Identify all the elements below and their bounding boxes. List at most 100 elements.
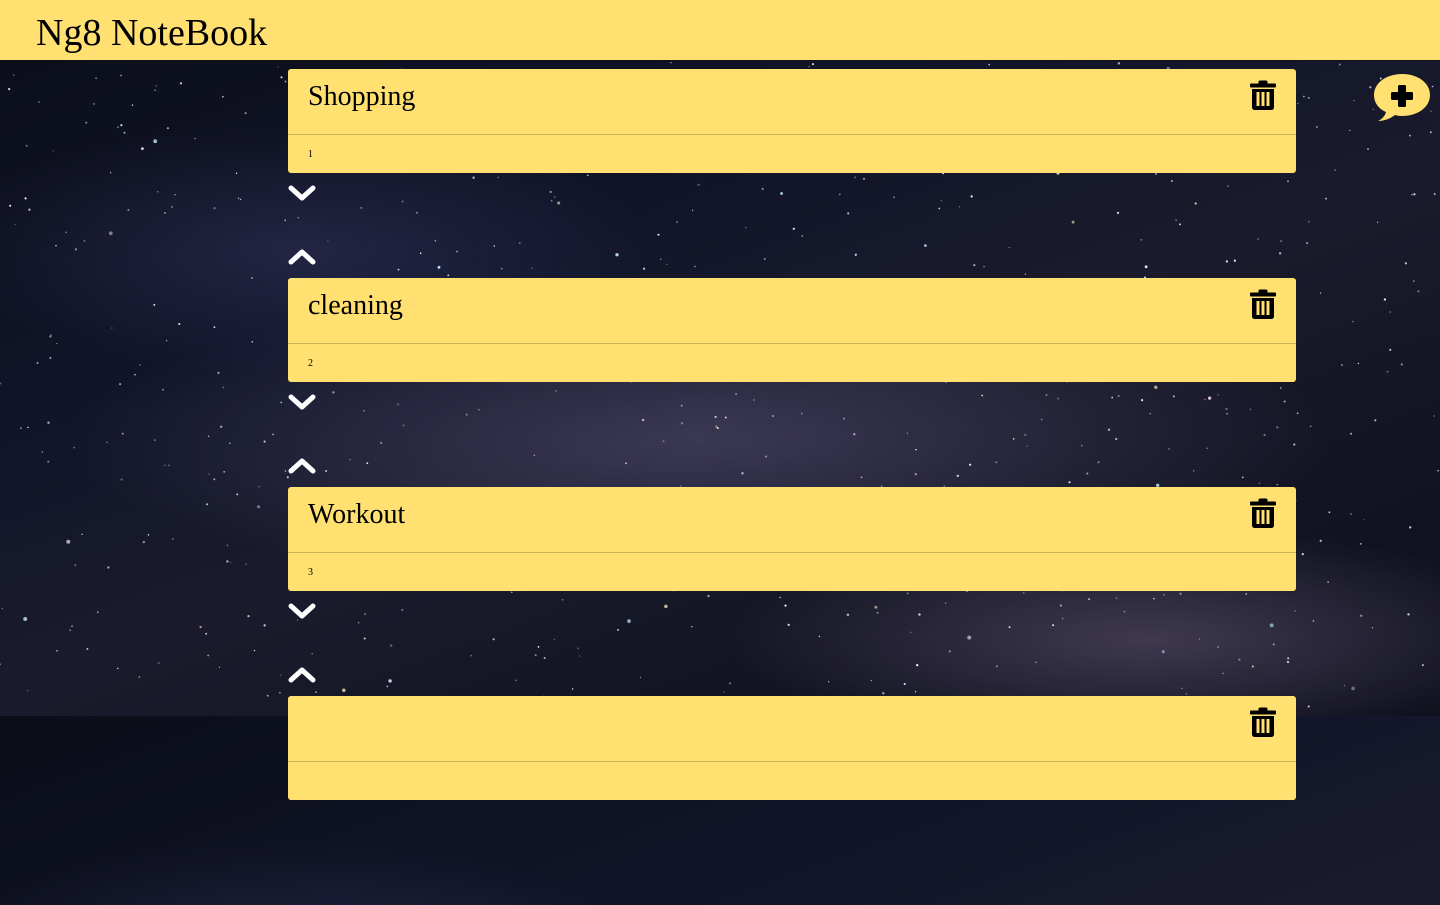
star [1409, 526, 1412, 529]
star [199, 625, 202, 629]
star [111, 327, 113, 329]
add-note-button[interactable] [1372, 72, 1432, 124]
star [237, 197, 240, 199]
star [85, 121, 88, 124]
star [14, 223, 16, 225]
star [120, 74, 122, 77]
star [235, 172, 238, 174]
star [23, 617, 28, 621]
star [222, 386, 225, 389]
star [74, 564, 77, 567]
note-content: 2 [308, 358, 313, 369]
star [1386, 370, 1389, 373]
note-item: cleaning 2 [288, 278, 1296, 487]
star [808, 65, 810, 68]
star [154, 439, 156, 441]
star [1351, 686, 1355, 691]
star [157, 661, 160, 665]
star [1344, 685, 1346, 687]
star [127, 209, 130, 211]
star [47, 421, 50, 424]
star [109, 172, 112, 174]
star [71, 625, 73, 627]
star [1383, 298, 1387, 301]
star [194, 137, 196, 140]
star [1417, 290, 1420, 293]
star [166, 127, 169, 130]
note-body [288, 762, 1296, 800]
star [153, 303, 156, 306]
chevron-down-icon [288, 394, 316, 410]
star [1117, 62, 1121, 65]
star [134, 373, 136, 376]
star [226, 560, 229, 563]
app-title: Ng8 NoteBook [36, 12, 268, 54]
note-header [288, 696, 1296, 762]
star [277, 66, 279, 68]
move-note-up-button[interactable] [288, 665, 316, 685]
note-title: Shopping [308, 81, 416, 112]
delete-note-button[interactable] [1250, 289, 1276, 319]
star [50, 334, 52, 336]
star [1, 607, 3, 610]
note-body: 2 [288, 344, 1296, 382]
star [140, 147, 144, 151]
star [284, 80, 287, 83]
delete-note-button[interactable] [1250, 707, 1276, 737]
star [208, 473, 210, 476]
star [131, 104, 134, 106]
delete-note-button[interactable] [1250, 80, 1276, 110]
star [174, 193, 176, 196]
star [1305, 241, 1309, 245]
star [1407, 613, 1410, 616]
star [179, 82, 183, 85]
delete-note-button[interactable] [1250, 498, 1276, 528]
star [213, 326, 216, 329]
comment-plus-icon [1374, 74, 1430, 121]
star [1301, 552, 1304, 556]
star [213, 478, 216, 481]
star [161, 388, 164, 391]
trash-icon [1250, 289, 1276, 319]
star [147, 534, 150, 536]
star [213, 207, 216, 210]
star [65, 231, 68, 234]
star [123, 131, 126, 134]
star [121, 432, 124, 435]
move-note-up-button[interactable] [288, 247, 316, 267]
move-note-down-button[interactable] [288, 601, 316, 621]
star [168, 464, 170, 466]
star [171, 537, 174, 540]
star [1327, 581, 1329, 583]
chevron-up-icon [288, 667, 316, 683]
chevron-up-icon [288, 458, 316, 474]
star [229, 442, 231, 444]
star [164, 464, 166, 467]
move-note-down-button[interactable] [288, 183, 316, 203]
star [1359, 542, 1362, 545]
star [155, 85, 157, 87]
star [27, 426, 29, 429]
star [1296, 412, 1299, 415]
star [1340, 363, 1343, 366]
star [12, 74, 15, 76]
star [0, 382, 2, 385]
star [1389, 311, 1391, 313]
move-note-up-button[interactable] [288, 456, 316, 476]
star [1433, 415, 1435, 417]
star [239, 198, 242, 201]
star [1310, 425, 1312, 427]
star [138, 676, 141, 678]
star [284, 470, 287, 472]
star [266, 694, 269, 697]
star [93, 102, 96, 105]
move-note-down-button[interactable] [288, 392, 316, 412]
star [1350, 513, 1352, 515]
star [811, 62, 815, 66]
star [120, 124, 123, 127]
note-card: Shopping 1 [288, 69, 1296, 173]
star [251, 341, 254, 343]
star [1412, 280, 1415, 282]
star [1389, 348, 1392, 351]
star [280, 76, 283, 79]
